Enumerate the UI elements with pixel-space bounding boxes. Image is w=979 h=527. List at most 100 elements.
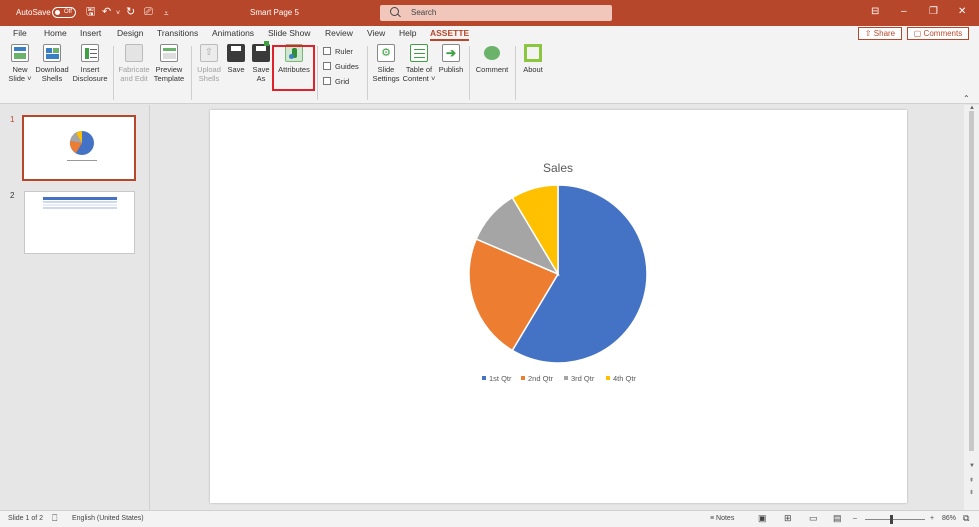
ribbon: New Slide ˅ Download Shells Insert Discl…: [0, 41, 979, 104]
thumbnail-number: 1: [10, 115, 15, 124]
tab-design[interactable]: Design: [117, 28, 143, 38]
slide-thumbnail-1[interactable]: [22, 115, 136, 181]
table-of-content-label-2: Content ˅: [402, 74, 436, 83]
zoom-slider[interactable]: [865, 519, 925, 520]
scroll-down-icon[interactable]: ▼: [969, 463, 975, 469]
ribbon-separator: [191, 46, 192, 100]
ruler-checkbox[interactable]: Ruler: [323, 47, 353, 56]
previous-slide-icon[interactable]: ⇞: [969, 477, 974, 484]
normal-view-icon[interactable]: ▣: [758, 513, 767, 524]
tab-slide-show[interactable]: Slide Show: [268, 28, 311, 38]
reading-view-icon[interactable]: ▭: [809, 513, 818, 524]
scrollbar-thumb[interactable]: [969, 111, 974, 451]
vertical-scrollbar[interactable]: ▲ ▼ ⇞ ⇟: [964, 105, 979, 510]
search-placeholder: Search: [411, 8, 437, 17]
save-as-label-2: As: [256, 74, 266, 83]
insert-disclosure-label-1: Insert: [80, 65, 100, 74]
preview-template-icon: [160, 44, 178, 62]
legend-swatch: [606, 376, 610, 380]
slide-canvas[interactable]: Sales 1st Qtr 2nd Qtr 3rd Qtr 4th Qtr: [210, 110, 907, 503]
fabricate-edit-label-1: Fabricate: [118, 65, 150, 74]
slide-thumbnail-pane: 1 2: [0, 105, 150, 510]
slide-thumbnail-2[interactable]: [24, 191, 135, 254]
minimize-icon[interactable]: –: [901, 6, 907, 17]
table-of-content-button[interactable]: Table of Content ˅: [402, 44, 436, 83]
presenter-icon[interactable]: ⎚: [144, 6, 153, 18]
guides-checkbox[interactable]: Guides: [323, 62, 359, 71]
upload-shells-button[interactable]: ⇧ Upload Shells: [195, 44, 223, 83]
next-slide-icon[interactable]: ⇟: [969, 489, 974, 496]
tab-view[interactable]: View: [367, 28, 385, 38]
zoom-slider-knob[interactable]: [890, 515, 893, 524]
slideshow-icon[interactable]: ▤: [833, 513, 842, 524]
notes-label: Notes: [716, 515, 735, 522]
tab-review[interactable]: Review: [325, 28, 353, 38]
gear-icon: ⚙: [377, 44, 395, 62]
comments-button[interactable]: ▢ Comments: [907, 27, 969, 40]
preview-template-label-1: Preview: [155, 65, 183, 74]
ribbon-display-icon[interactable]: ⊟: [871, 6, 879, 17]
about-label: About: [523, 65, 543, 74]
legend-label: 1st Qtr: [489, 374, 512, 383]
upload-icon: ⇧: [200, 44, 218, 62]
new-slide-button[interactable]: New Slide ˅: [5, 44, 35, 83]
ribbon-separator: [317, 46, 318, 100]
new-slide-icon: [11, 44, 29, 62]
preview-template-button[interactable]: Preview Template: [152, 44, 186, 83]
download-shells-button[interactable]: Download Shells: [34, 44, 70, 83]
tab-animations[interactable]: Animations: [212, 28, 254, 38]
autosave-toggle[interactable]: Off: [52, 7, 76, 18]
share-button[interactable]: ⇧ Share: [858, 27, 902, 40]
tab-transitions[interactable]: Transitions: [157, 28, 198, 38]
save-icon[interactable]: 🖫: [86, 6, 95, 18]
upload-shells-label-1: Upload: [197, 65, 221, 74]
legend-label: 4th Qtr: [613, 374, 636, 383]
legend-swatch: [564, 376, 568, 380]
notes-button[interactable]: ≡ Notes: [710, 515, 734, 522]
grid-checkbox[interactable]: Grid: [323, 77, 349, 86]
ribbon-separator: [367, 46, 368, 100]
zoom-in-icon[interactable]: +: [930, 515, 934, 522]
publish-button[interactable]: ➔ Publish: [437, 44, 465, 74]
undo-dropdown-icon[interactable]: ˅: [116, 8, 120, 20]
undo-icon[interactable]: ↶: [102, 6, 111, 18]
collapse-ribbon-icon[interactable]: ⌃: [963, 94, 970, 103]
insert-disclosure-button[interactable]: Insert Disclosure: [72, 44, 108, 83]
ruler-label: Ruler: [335, 47, 353, 56]
pie-chart[interactable]: Sales 1st Qtr 2nd Qtr 3rd Qtr 4th Qtr: [210, 110, 907, 503]
restore-icon[interactable]: ❐: [929, 6, 938, 17]
arrow-right-icon: ➔: [442, 44, 460, 62]
redo-icon[interactable]: ↻: [126, 6, 135, 18]
tab-help[interactable]: Help: [399, 28, 416, 38]
tab-home[interactable]: Home: [44, 28, 67, 38]
tab-assette[interactable]: ASSETTE: [430, 28, 470, 41]
comment-button[interactable]: Comment: [473, 44, 511, 74]
slide-sorter-icon[interactable]: ⊞: [784, 513, 792, 524]
save-as-icon: [252, 41, 270, 62]
spellcheck-icon[interactable]: ⎕: [52, 513, 57, 524]
customize-qat-icon[interactable]: ⩡: [164, 8, 169, 20]
language-label[interactable]: English (United States): [72, 515, 144, 522]
slide-settings-button[interactable]: ⚙ Slide Settings: [371, 44, 401, 83]
search-icon: [390, 7, 399, 16]
share-label: Share: [873, 29, 896, 38]
fabricate-edit-button[interactable]: Fabricate and Edit: [117, 44, 151, 83]
zoom-out-icon[interactable]: –: [853, 515, 857, 522]
save-as-label-1: Save: [252, 65, 270, 74]
close-icon[interactable]: ✕: [958, 6, 966, 17]
save-button[interactable]: Save: [226, 44, 246, 74]
comment-label: Comment: [475, 65, 509, 74]
title-bar: AutoSave Off 🖫 ↶ ˅ ↻ ⎚ ⩡ Smart Page 5 Se…: [0, 0, 979, 26]
search-box[interactable]: Search: [380, 5, 612, 21]
legend-label: 3rd Qtr: [571, 374, 595, 383]
download-shells-icon: [43, 44, 61, 62]
about-button[interactable]: About: [519, 44, 547, 74]
zoom-level[interactable]: 86%: [942, 515, 956, 522]
ribbon-tabs: File Home Insert Design Transitions Anim…: [0, 26, 979, 42]
save-as-button[interactable]: Save As: [251, 41, 271, 83]
fit-slide-icon[interactable]: ⧉: [963, 513, 969, 524]
grid-label: Grid: [335, 77, 350, 86]
tab-file[interactable]: File: [13, 28, 27, 38]
tab-insert[interactable]: Insert: [80, 28, 101, 38]
thumbnail-number: 2: [10, 191, 15, 200]
